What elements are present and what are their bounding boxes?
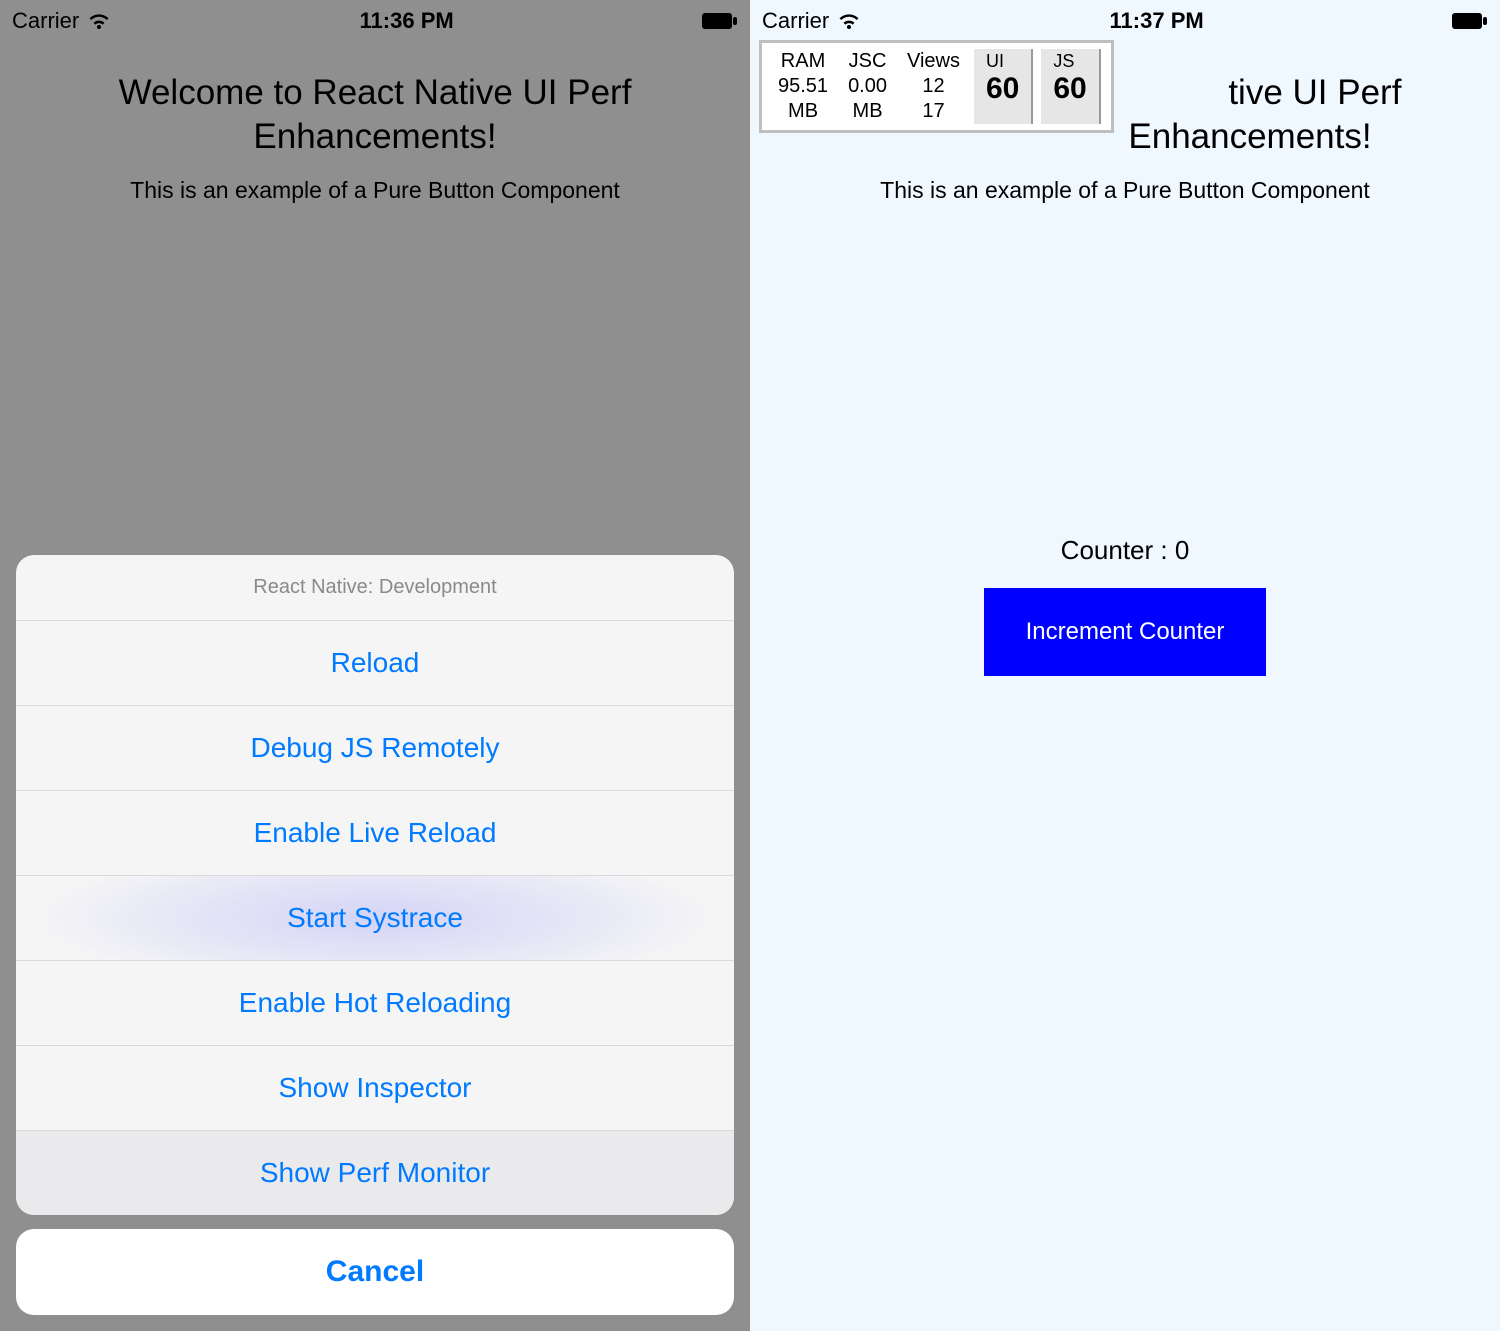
perf-js-value: 60 xyxy=(1053,72,1086,106)
perf-ram-label: RAM xyxy=(778,49,828,74)
increment-button[interactable]: Increment Counter xyxy=(984,588,1267,676)
page-subtitle: This is an example of a Pure Button Comp… xyxy=(0,177,750,204)
counter-area: Counter : 0 Increment Counter xyxy=(750,535,1500,676)
perf-jsc-label: JSC xyxy=(848,49,887,74)
action-hot-reloading[interactable]: Enable Hot Reloading xyxy=(16,961,734,1046)
screen-content: Welcome to React Native UI Perf Enhancem… xyxy=(0,36,750,204)
perf-js-fps: JS 60 xyxy=(1041,49,1100,124)
action-show-inspector[interactable]: Show Inspector xyxy=(16,1046,734,1131)
phone-right: Carrier 11:37 PM RAM 95.51 MB JSC 0.00 M… xyxy=(750,0,1500,1331)
perf-jsc-value: 0.00 xyxy=(848,74,887,99)
action-debug-js[interactable]: Debug JS Remotely xyxy=(16,706,734,791)
perf-ram-unit: MB xyxy=(778,99,828,124)
clock: 11:36 PM xyxy=(360,8,454,34)
action-reload[interactable]: Reload xyxy=(16,621,734,706)
action-sheet: React Native: Development Reload Debug J… xyxy=(16,555,734,1315)
status-bar: Carrier 11:37 PM xyxy=(750,0,1500,36)
perf-ram-value: 95.51 xyxy=(778,74,828,99)
perf-ui-label: UI xyxy=(986,51,1019,72)
perf-js-label: JS xyxy=(1053,51,1086,72)
carrier-label: Carrier xyxy=(12,8,79,34)
wifi-icon xyxy=(87,12,111,30)
action-live-reload[interactable]: Enable Live Reload xyxy=(16,791,734,876)
perf-ui-fps: UI 60 xyxy=(974,49,1033,124)
perf-views-v2: 17 xyxy=(907,99,960,124)
perf-ram: RAM 95.51 MB xyxy=(768,47,838,126)
carrier-label: Carrier xyxy=(762,8,829,34)
perf-ui-value: 60 xyxy=(986,72,1019,106)
action-cancel[interactable]: Cancel xyxy=(16,1229,734,1315)
page-title: Welcome to React Native UI Perf Enhancem… xyxy=(20,71,730,159)
perf-views: Views 12 17 xyxy=(897,47,970,126)
perf-views-v1: 12 xyxy=(907,74,960,99)
perf-monitor[interactable]: RAM 95.51 MB JSC 0.00 MB Views 12 17 UI … xyxy=(759,40,1114,133)
battery-icon xyxy=(702,13,738,29)
action-sheet-title: React Native: Development xyxy=(16,555,734,621)
perf-jsc-unit: MB xyxy=(848,99,887,124)
status-bar: Carrier 11:36 PM xyxy=(0,0,750,36)
phone-left: Carrier 11:36 PM Welcome to React Native… xyxy=(0,0,750,1331)
wifi-icon xyxy=(837,12,861,30)
counter-label: Counter : 0 xyxy=(750,535,1500,566)
action-show-perf-monitor[interactable]: Show Perf Monitor xyxy=(16,1131,734,1215)
perf-jsc: JSC 0.00 MB xyxy=(838,47,897,126)
page-subtitle: This is an example of a Pure Button Comp… xyxy=(750,177,1500,204)
clock: 11:37 PM xyxy=(1110,8,1204,34)
battery-icon xyxy=(1452,13,1488,29)
action-start-systrace[interactable]: Start Systrace xyxy=(16,876,734,961)
perf-views-label: Views xyxy=(907,49,960,74)
